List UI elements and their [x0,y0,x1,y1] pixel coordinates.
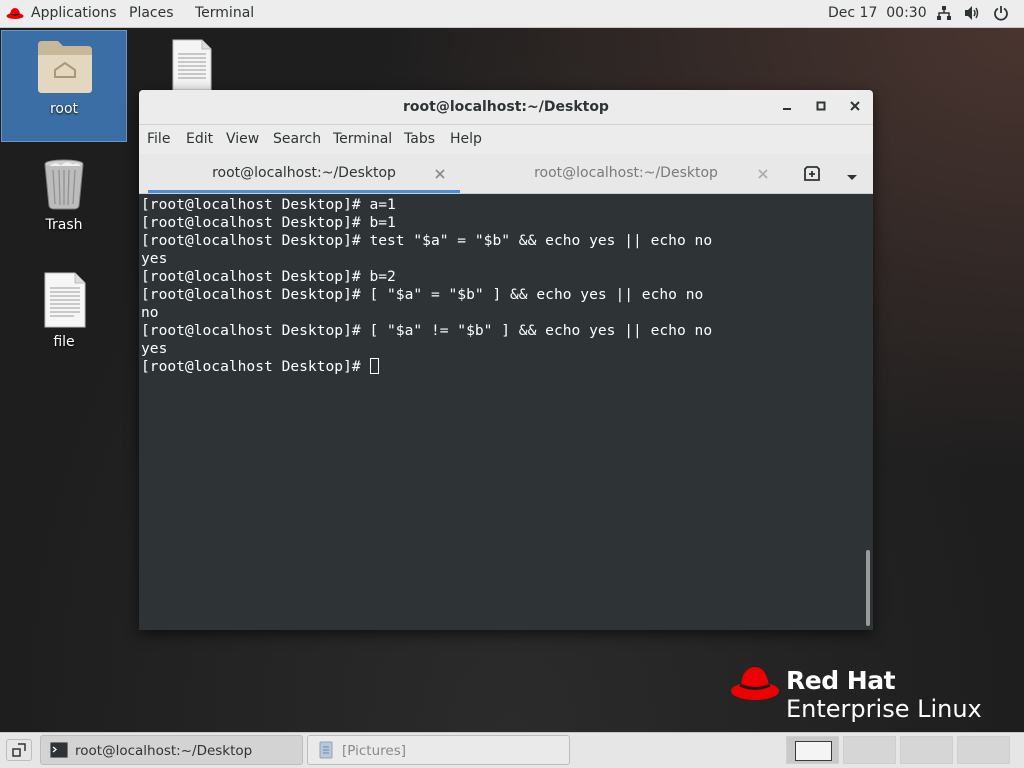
show-desktop-button[interactable] [6,739,32,761]
top-bar: Applications Places Terminal Dec 17 00:3… [0,0,1024,28]
terminal-prompt: [root@localhost Desktop]# [141,358,370,375]
scrollbar-thumb[interactable] [866,550,870,626]
taskbar-item-label: [Pictures] [342,743,406,759]
close-button[interactable] [844,96,866,118]
redhat-logo-icon [6,8,24,19]
clock[interactable]: Dec 17 00:30 [828,5,927,21]
taskbar-item-pictures[interactable]: [Pictures] [307,735,570,765]
menu-help[interactable]: Help [450,131,482,147]
terminal-line: [root@localhost Desktop]# a=1 [141,196,396,213]
taskbar-item-label: root@localhost:~/Desktop [75,743,253,759]
workspace-window-preview [795,741,832,761]
terminal-scrollbar[interactable] [863,194,873,630]
tab-bar: root@localhost:~/Desktop root@localhost:… [139,154,873,194]
new-tab-button[interactable] [803,164,821,186]
terminal-cursor [370,358,380,374]
terminal-line: [root@localhost Desktop]# test "$a" = "$… [141,232,713,249]
close-icon [850,101,860,111]
workspace-2[interactable] [843,736,896,764]
power-icon[interactable] [993,5,1009,21]
show-desktop-icon [12,743,26,757]
brand-line-1: Red Hat [786,666,896,695]
menu-search[interactable]: Search [273,131,321,147]
terminal-line: no [141,304,159,321]
terminal-line: [root@localhost Desktop]# [ "$a" != "$b"… [141,322,713,339]
trash-icon [44,159,84,210]
bottom-bar: root@localhost:~/Desktop [Pictures] [0,732,1024,768]
menu-view[interactable]: View [226,131,259,147]
close-icon [435,169,445,179]
places-menu[interactable]: Places [129,5,174,21]
window-titlebar[interactable]: root@localhost:~/Desktop [139,90,873,125]
file-manager-icon [319,741,333,759]
text-file-icon [44,272,86,328]
minimize-icon [783,108,791,110]
desktop-icon-file[interactable]: file [1,268,127,358]
desktop-icon-root[interactable]: root [1,30,127,142]
terminal-prompt-line: [root@localhost Desktop]# [141,358,380,376]
terminal-window: root@localhost:~/Desktop File Edit View … [139,90,873,630]
tabs-dropdown-button[interactable] [846,170,858,186]
text-file-icon[interactable] [172,39,212,91]
terminal-line: yes [141,250,168,267]
menu-file[interactable]: File [147,131,170,147]
redhat-logo-icon [731,667,779,700]
menu-edit[interactable]: Edit [186,131,213,147]
desktop-icon-trash[interactable]: Trash [1,150,127,250]
taskbar-item-terminal[interactable]: root@localhost:~/Desktop [40,735,303,765]
close-icon [758,169,768,179]
brand-line-2: Enterprise Linux [786,695,982,723]
terminal-output[interactable]: [root@localhost Desktop]# a=1 [root@loca… [139,194,863,630]
new-tab-icon [804,166,820,181]
menu-bar: File Edit View Search Terminal Tabs Help [139,125,873,154]
minimize-button[interactable] [776,96,798,118]
applications-menu[interactable]: Applications [31,5,117,21]
terminal-line: [root@localhost Desktop]# b=2 [141,268,396,285]
terminal-icon [50,742,68,758]
tab-close-button[interactable] [435,164,445,183]
tab-2[interactable]: root@localhost:~/Desktop [468,154,784,193]
desktop-icon-label: root [49,101,79,117]
workspace-4[interactable] [957,736,1010,764]
menu-tabs[interactable]: Tabs [404,131,435,147]
maximize-icon [816,101,826,111]
terminal-line: yes [141,340,168,357]
volume-icon[interactable] [964,5,981,21]
tab-close-button[interactable] [758,164,768,183]
chevron-down-icon [847,175,857,180]
network-icon[interactable] [936,5,952,21]
window-title: root@localhost:~/Desktop [403,99,609,115]
desktop-icon-label: Trash [45,217,83,233]
terminal-app-menu[interactable]: Terminal [195,5,254,21]
terminal-line: [root@localhost Desktop]# b=1 [141,214,396,231]
tab-1[interactable]: root@localhost:~/Desktop [148,154,460,193]
desktop-icon-label: file [53,334,75,350]
terminal-line: [root@localhost Desktop]# [ "$a" = "$b" … [141,286,704,303]
workspace-1[interactable] [786,736,839,764]
menu-terminal[interactable]: Terminal [333,131,392,147]
tab-label: root@localhost:~/Desktop [534,165,718,181]
workspace-3[interactable] [900,736,953,764]
home-folder-icon [38,41,92,93]
tab-label: root@localhost:~/Desktop [212,165,396,181]
maximize-button[interactable] [810,96,832,118]
